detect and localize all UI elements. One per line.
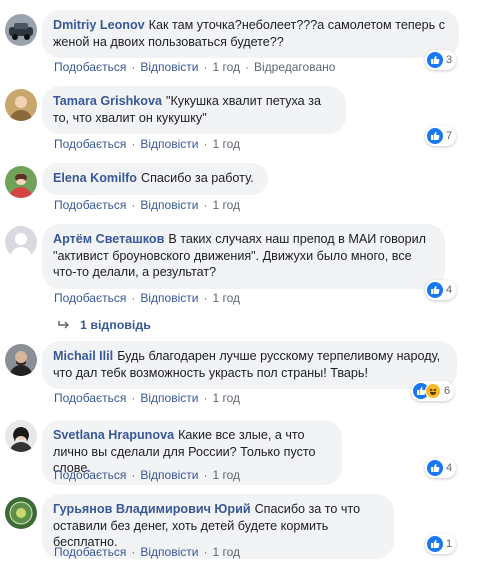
comment-time[interactable]: 1 год — [212, 198, 240, 212]
comment-actions: Подобається · Відповісти · 1 год — [54, 137, 240, 151]
comment-bubble: Elena Komilfo Спасибо за работу. — [42, 163, 268, 195]
reply-link[interactable]: Відповісти — [140, 60, 198, 74]
comment-author[interactable]: Tamara Grishkova — [53, 94, 162, 108]
person-avatar-icon[interactable] — [5, 166, 37, 198]
comment-time[interactable]: 1 год — [212, 60, 240, 74]
like-reaction-icon — [427, 460, 443, 476]
comment-bubble: Dmitriy Leonov Как там уточка?неболеет???… — [42, 10, 459, 58]
comment-time[interactable]: 1 год — [212, 468, 240, 482]
reply-link[interactable]: Відповісти — [140, 391, 198, 405]
haha-reaction-icon — [425, 383, 441, 399]
like-reaction-icon — [427, 128, 443, 144]
like-reaction-icon — [427, 52, 443, 68]
reply-link[interactable]: Відповісти — [140, 291, 198, 305]
comment-author[interactable]: Svetlana Hrapunova — [53, 428, 174, 442]
reactions-badge[interactable]: 4 — [425, 280, 457, 300]
reply-link[interactable]: Відповісти — [140, 137, 198, 151]
view-replies-link[interactable]: 1 відповідь — [58, 318, 151, 332]
person-avatar-icon[interactable] — [5, 420, 37, 452]
reply-arrow-icon — [58, 321, 70, 329]
reactions-badge[interactable]: 4 — [425, 458, 457, 478]
comment-actions: Подобається · Відповісти · 1 год · Відредагова… — [54, 60, 336, 74]
reaction-count: 1 — [446, 538, 453, 550]
reaction-count: 7 — [446, 130, 453, 142]
person-avatar-icon[interactable] — [5, 344, 37, 376]
comment-author[interactable]: Dmitriy Leonov — [53, 18, 145, 32]
like-link[interactable]: Подобається — [54, 391, 126, 405]
reply-link[interactable]: Відповісти — [140, 545, 198, 559]
like-link[interactable]: Подобається — [54, 137, 126, 151]
like-link[interactable]: Подобається — [54, 545, 126, 559]
comment-author[interactable]: Michail Ilil — [53, 349, 113, 363]
comment-actions: Подобається · Відповісти · 1 год — [54, 291, 240, 305]
like-reaction-icon — [427, 282, 443, 298]
reactions-badge[interactable]: 6 — [411, 381, 455, 401]
default-avatar-icon[interactable] — [5, 226, 37, 258]
reactions-badge[interactable]: 7 — [425, 126, 457, 146]
comment-actions: Подобається · Відповісти · 1 год — [54, 198, 240, 212]
like-link[interactable]: Подобається — [54, 60, 126, 74]
reply-link[interactable]: Відповісти — [140, 198, 198, 212]
like-link[interactable]: Подобається — [54, 291, 126, 305]
comment-time[interactable]: 1 год — [212, 545, 240, 559]
comment-bubble: Tamara Grishkova "Кукушка хвалит петуха з… — [42, 86, 346, 134]
comment-bubble: Артём Светашков В таких случаях наш препо… — [42, 224, 445, 289]
replies-count-label[interactable]: 1 відповідь — [80, 318, 151, 332]
comment-bubble: Michail Ilil Будь благодарен лучше русско… — [42, 341, 457, 389]
comment-text: Спасибо за работу. — [140, 171, 254, 185]
reactions-badge[interactable]: 1 — [425, 534, 457, 554]
reaction-count: 3 — [446, 54, 453, 66]
like-reaction-icon — [427, 536, 443, 552]
reaction-count: 6 — [444, 385, 451, 397]
badge-avatar-icon[interactable] — [5, 497, 37, 529]
comment-author[interactable]: Elena Komilfo — [53, 171, 137, 185]
person-avatar-icon[interactable] — [5, 89, 37, 121]
car-avatar-icon[interactable] — [5, 14, 37, 46]
comment-actions: Подобається · Відповісти · 1 год — [54, 468, 240, 482]
comment-author[interactable]: Гурьянов Владимирович Юрий — [53, 502, 251, 516]
reply-link[interactable]: Відповісти — [140, 468, 198, 482]
comment-actions: Подобається · Відповісти · 1 год — [54, 391, 240, 405]
edited-label: Відредаговано — [254, 60, 336, 74]
comment-actions: Подобається · Відповісти · 1 год — [54, 545, 240, 559]
reactions-badge[interactable]: 3 — [425, 50, 457, 70]
comment-time[interactable]: 1 год — [212, 291, 240, 305]
reaction-count: 4 — [446, 284, 453, 296]
like-link[interactable]: Подобається — [54, 198, 126, 212]
comment-time[interactable]: 1 год — [212, 391, 240, 405]
comment-time[interactable]: 1 год — [212, 137, 240, 151]
comment-author[interactable]: Артём Светашков — [53, 232, 164, 246]
reaction-count: 4 — [446, 462, 453, 474]
like-link[interactable]: Подобається — [54, 468, 126, 482]
